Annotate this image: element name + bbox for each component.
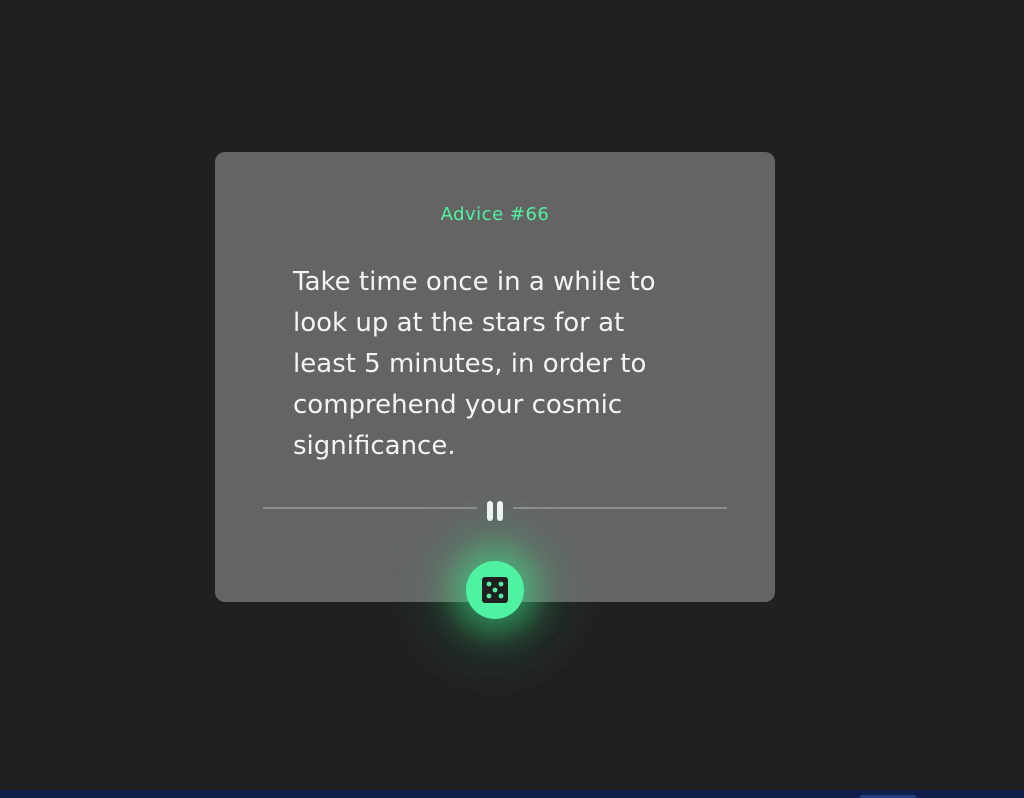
new-advice-button[interactable] (466, 561, 524, 619)
advice-quote: Take time once in a while to look up at … (293, 267, 656, 461)
bottom-edge-bar (0, 790, 1024, 798)
advice-card: Advice #66 Take time once in a while to … (215, 152, 775, 602)
divider-line-left (263, 507, 477, 509)
dice-icon (482, 577, 508, 603)
divider-line-right (513, 507, 727, 509)
page-background: Advice #66 Take time once in a while to … (0, 0, 1024, 798)
pause-icon (486, 500, 504, 522)
pattern-divider (263, 500, 727, 524)
advice-number: Advice #66 (440, 204, 550, 225)
